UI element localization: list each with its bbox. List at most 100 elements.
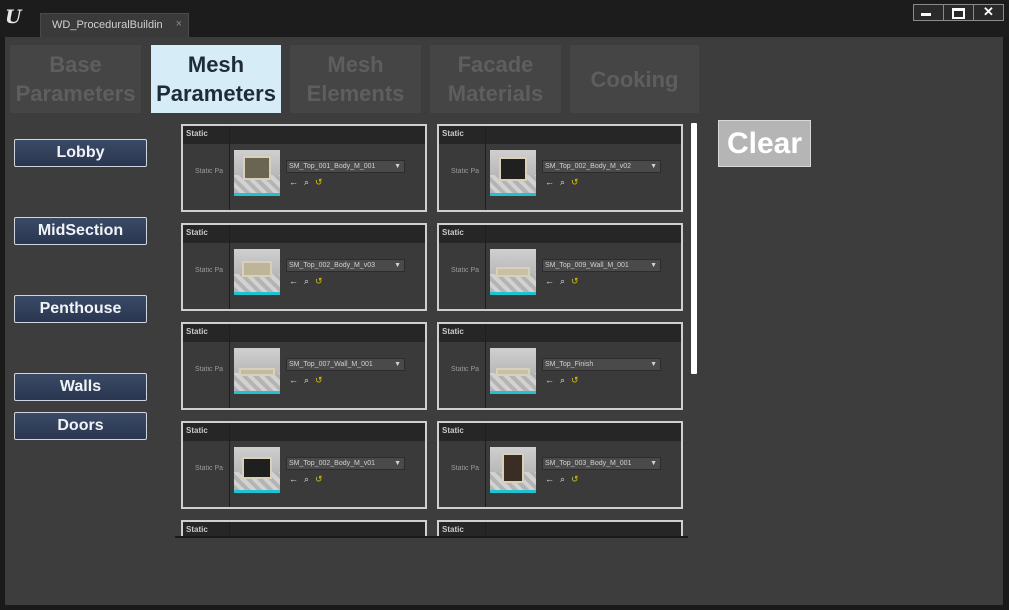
tab-facade-materials[interactable]: Facade Materials — [430, 45, 561, 113]
column-divider — [229, 324, 230, 408]
column-divider — [485, 324, 486, 408]
column-divider — [485, 423, 486, 507]
maximize-icon[interactable] — [944, 5, 974, 20]
reset-icon[interactable]: ↺ — [571, 177, 579, 188]
browse-search-icon[interactable]: ⌕ — [560, 177, 565, 188]
mesh-slot-card: Static Static Pa SM_Top_Finish ▼ ← ⌕ ↺ — [437, 322, 683, 410]
clear-button[interactable]: Clear — [718, 120, 811, 167]
use-selected-arrow-icon[interactable]: ← — [289, 474, 298, 485]
reset-icon[interactable]: ↺ — [571, 474, 579, 485]
tab-base-parameters[interactable]: Base Parameters — [10, 45, 141, 113]
static-mesh-property-label: Static Pa — [451, 168, 480, 175]
close-tab-icon[interactable]: × — [176, 18, 182, 30]
mesh-asset-name: SM_Top_007_Wall_M_001 — [289, 361, 373, 368]
mesh-thumbnail[interactable] — [234, 150, 280, 196]
mesh-slot-card: Static Static Pa SM_Top_007_Wall_M_001 ▼ ← ⌕ ↺ — [181, 322, 427, 410]
mesh-slot-card: StaticStatic Pa▼←⌕↺ — [437, 520, 683, 536]
mesh-thumbnail[interactable] — [490, 150, 536, 196]
chevron-down-icon: ▼ — [650, 361, 657, 368]
scrollbar[interactable] — [691, 123, 697, 374]
mesh-thumbnail[interactable] — [234, 249, 280, 295]
mesh-preview — [243, 156, 271, 180]
browse-search-icon[interactable]: ⌕ — [304, 276, 309, 287]
doors-button[interactable]: Doors — [14, 412, 147, 440]
reset-icon[interactable]: ↺ — [315, 276, 323, 287]
unreal-logo-icon: U — [5, 6, 22, 28]
chevron-down-icon: ▼ — [650, 262, 657, 269]
use-selected-arrow-icon[interactable]: ← — [289, 375, 298, 386]
use-selected-arrow-icon[interactable]: ← — [545, 276, 554, 287]
tab-cooking[interactable]: Cooking — [570, 45, 699, 113]
document-tab[interactable]: WD_ProceduralBuildin × — [40, 13, 189, 37]
static-mesh-property-label: Static Pa — [451, 465, 480, 472]
column-divider — [485, 225, 486, 309]
window-controls — [913, 4, 1004, 21]
mesh-thumbnail[interactable] — [490, 249, 536, 295]
mesh-thumbnail[interactable] — [490, 447, 536, 493]
browse-search-icon[interactable]: ⌕ — [560, 375, 565, 386]
mesh-thumbnail[interactable] — [490, 348, 536, 394]
asset-actions: ← ⌕ ↺ — [289, 474, 323, 485]
use-selected-arrow-icon[interactable]: ← — [545, 474, 554, 485]
penthouse-button[interactable]: Penthouse — [14, 295, 147, 323]
mesh-preview — [242, 261, 272, 277]
card-header-label: Static — [442, 525, 464, 534]
card-header: Static — [439, 126, 681, 144]
card-header: Static — [183, 324, 425, 342]
minimize-icon[interactable] — [914, 5, 944, 20]
mesh-slot-card: StaticStatic Pa▼←⌕↺ — [181, 520, 427, 536]
use-selected-arrow-icon[interactable]: ← — [545, 177, 554, 188]
use-selected-arrow-icon[interactable]: ← — [289, 177, 298, 188]
title-bar: U WD_ProceduralBuildin × — [0, 0, 1009, 37]
browse-search-icon[interactable]: ⌕ — [560, 474, 565, 485]
card-header: Static — [183, 126, 425, 144]
reset-icon[interactable]: ↺ — [571, 375, 579, 386]
static-mesh-property-label: Static Pa — [195, 267, 224, 274]
card-header-label: Static — [186, 327, 208, 336]
reset-icon[interactable]: ↺ — [315, 177, 323, 188]
mesh-thumbnail[interactable] — [234, 447, 280, 493]
card-header-label: Static — [186, 525, 208, 534]
tab-mesh-parameters[interactable]: Mesh Parameters — [151, 45, 281, 113]
static-mesh-property-label: Static Pa — [195, 465, 224, 472]
lobby-button[interactable]: Lobby — [14, 139, 147, 167]
use-selected-arrow-icon[interactable]: ← — [289, 276, 298, 287]
card-header: Static — [183, 522, 425, 536]
mesh-preview — [239, 368, 275, 376]
mesh-slot-card: Static Static Pa SM_Top_002_Body_M_v01 ▼ ← ⌕ ↺ — [181, 421, 427, 509]
midsection-button[interactable]: MidSection — [14, 217, 147, 245]
mesh-asset-dropdown[interactable]: SM_Top_001_Body_M_001 ▼ — [286, 160, 405, 173]
mesh-asset-dropdown[interactable]: SM_Top_002_Body_M_v02 ▼ — [542, 160, 661, 173]
mesh-asset-dropdown[interactable]: SM_Top_Finish ▼ — [542, 358, 661, 371]
mesh-thumbnail[interactable] — [234, 348, 280, 394]
chevron-down-icon: ▼ — [394, 361, 401, 368]
mesh-asset-name: SM_Top_003_Body_M_001 — [545, 460, 632, 467]
card-header: Static — [439, 225, 681, 243]
mesh-asset-dropdown[interactable]: SM_Top_009_Wall_M_001 ▼ — [542, 259, 661, 272]
close-window-icon[interactable] — [974, 4, 1003, 20]
browse-search-icon[interactable]: ⌕ — [560, 276, 565, 287]
mesh-asset-dropdown[interactable]: SM_Top_003_Body_M_001 ▼ — [542, 457, 661, 470]
reset-icon[interactable]: ↺ — [315, 474, 323, 485]
browse-search-icon[interactable]: ⌕ — [304, 177, 309, 188]
use-selected-arrow-icon[interactable]: ← — [545, 375, 554, 386]
asset-actions: ← ⌕ ↺ — [545, 276, 579, 287]
asset-actions: ← ⌕ ↺ — [289, 276, 323, 287]
column-divider — [229, 126, 230, 210]
browse-search-icon[interactable]: ⌕ — [304, 375, 309, 386]
card-header-label: Static — [186, 129, 208, 138]
mesh-asset-dropdown[interactable]: SM_Top_002_Body_M_v03 ▼ — [286, 259, 405, 272]
reset-icon[interactable]: ↺ — [315, 375, 323, 386]
card-header-label: Static — [442, 327, 464, 336]
column-divider — [485, 126, 486, 210]
mesh-asset-dropdown[interactable]: SM_Top_002_Body_M_v01 ▼ — [286, 457, 405, 470]
static-mesh-property-label: Static Pa — [451, 366, 480, 373]
browse-search-icon[interactable]: ⌕ — [304, 474, 309, 485]
mesh-asset-name: SM_Top_009_Wall_M_001 — [545, 262, 629, 269]
card-header: Static — [183, 225, 425, 243]
walls-button[interactable]: Walls — [14, 373, 147, 401]
mesh-asset-dropdown[interactable]: SM_Top_007_Wall_M_001 ▼ — [286, 358, 405, 371]
reset-icon[interactable]: ↺ — [571, 276, 579, 287]
tab-mesh-elements[interactable]: Mesh Elements — [290, 45, 421, 113]
asset-actions: ← ⌕ ↺ — [545, 177, 579, 188]
